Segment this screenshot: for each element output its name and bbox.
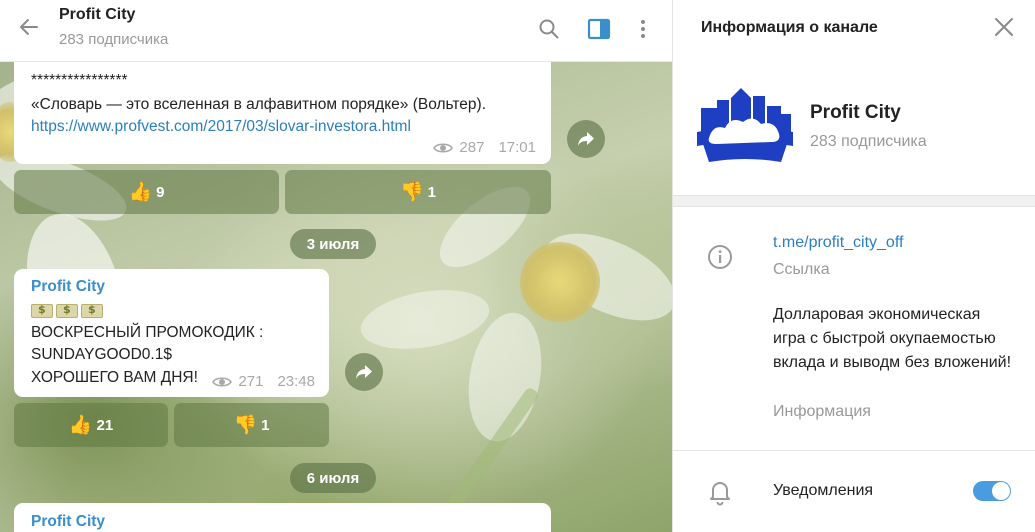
thumbs-down-icon: 👎: [399, 182, 424, 203]
chat-view: Profit City 283 подписчика *************: [0, 0, 672, 532]
money-icon: [81, 303, 103, 318]
message-bubble: Profit City: [14, 503, 551, 532]
message-text: ХОРОШЕГО ВАМ ДНЯ!: [31, 369, 198, 386]
message-text: ВОСКРЕСНЫЙ ПРОМОКОДИК :: [31, 324, 264, 341]
message-bubble: **************** «Словарь — это вселенна…: [14, 56, 551, 164]
reaction-dislike-button[interactable]: 👎 1: [174, 403, 329, 447]
reaction-like-button[interactable]: 👍 21: [14, 403, 168, 447]
channel-subscriber-count: 283 подписчика: [810, 133, 927, 150]
thumbs-up-icon: 👍: [128, 182, 153, 203]
channel-link[interactable]: t.me/profit_city_off: [773, 234, 903, 252]
money-emoji-row: [31, 302, 106, 321]
notifications-toggle[interactable]: [973, 481, 1011, 501]
message-author[interactable]: Profit City: [31, 278, 105, 296]
separator-line: [673, 450, 1035, 451]
reaction-dislike-button[interactable]: 👎 1: [285, 170, 551, 214]
channel-name: Profit City: [810, 102, 901, 123]
forward-button[interactable]: [345, 353, 383, 391]
bell-icon: [710, 482, 730, 506]
reaction-count: 9: [156, 183, 165, 201]
channel-description: Долларовая экономическая игра с быстрой …: [773, 306, 1012, 371]
money-icon: [56, 303, 78, 318]
message-text: «Словарь — это вселенная в алфавитном по…: [31, 96, 487, 113]
message-meta: 271 23:48: [212, 373, 315, 390]
thumbs-up-icon: 👍: [68, 415, 93, 436]
date-separator: 3 июля: [290, 229, 376, 259]
search-icon[interactable]: [537, 17, 561, 41]
message-meta: 287 17:01: [433, 139, 536, 156]
message-author[interactable]: Profit City: [31, 513, 105, 531]
message-link[interactable]: https://www.profvest.com/2017/03/slovar-…: [31, 116, 411, 138]
eye-icon: [433, 142, 454, 153]
section-divider: [673, 195, 1035, 207]
link-label: Ссылка: [773, 261, 830, 278]
view-count: 271: [238, 373, 264, 390]
more-vertical-icon[interactable]: [631, 17, 655, 41]
reaction-like-button[interactable]: 👍 9: [14, 170, 279, 214]
eye-icon: [212, 376, 233, 387]
reaction-count: 21: [96, 416, 114, 434]
arrow-left-icon[interactable]: [17, 15, 41, 39]
message-text: SUNDAYGOOD0.1$: [31, 346, 172, 363]
channel-info-panel: Информация о канале Profit City 283 подп…: [672, 0, 1035, 532]
description-label: Информация: [773, 403, 871, 420]
message-text: ****************: [31, 72, 128, 89]
chat-title[interactable]: Profit City: [59, 6, 135, 24]
reaction-count: 1: [261, 416, 270, 434]
share-arrow-icon: [356, 365, 372, 379]
reaction-count: 1: [427, 183, 436, 201]
close-icon[interactable]: [993, 16, 1015, 38]
money-icon: [31, 303, 53, 318]
message-time: 17:01: [498, 139, 536, 156]
message-bubble: Profit City ВОСКРЕСНЫЙ ПРОМОКОДИК : SUND…: [14, 269, 329, 397]
info-icon: [708, 245, 732, 269]
share-arrow-icon: [578, 132, 594, 146]
date-separator: 6 июля: [290, 463, 376, 493]
sidebar-toggle-icon[interactable]: [587, 17, 611, 41]
chat-header: Profit City 283 подписчика: [0, 0, 672, 62]
thumbs-down-icon: 👎: [233, 415, 258, 436]
notifications-label: Уведомления: [773, 482, 874, 499]
message-time: 23:48: [277, 373, 315, 390]
forward-button[interactable]: [567, 120, 605, 158]
panel-title: Информация о канале: [701, 19, 878, 36]
channel-avatar[interactable]: [695, 86, 795, 166]
chat-subscriber-count: 283 подписчика: [59, 31, 169, 48]
view-count: 287: [459, 139, 485, 156]
